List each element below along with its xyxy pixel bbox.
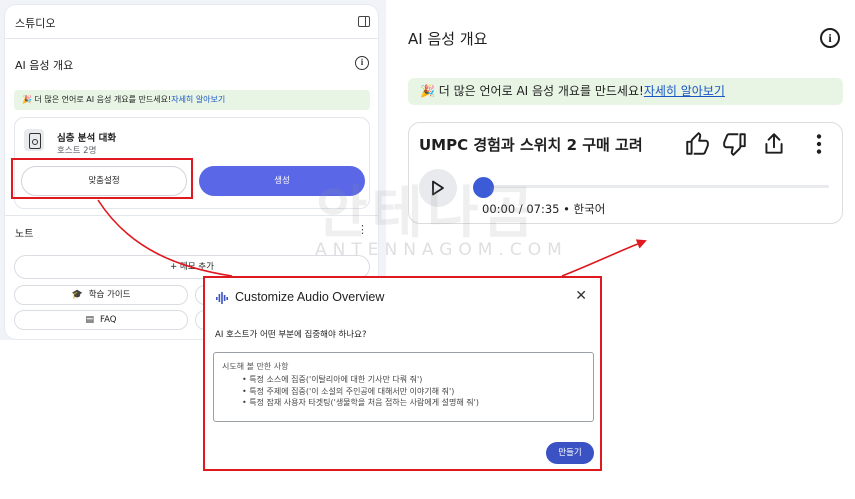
tip-item: 특정 소스에 집중('이탈리아에 대한 기사만 다뤄 줘')	[242, 374, 585, 386]
arrow-to-player	[561, 239, 647, 277]
info-icon[interactable]: i	[355, 56, 369, 70]
watermark-text: ANTENNAGOM.COM	[315, 240, 568, 260]
panel-toggle-icon[interactable]	[358, 16, 370, 27]
notes-title: 노트	[15, 229, 34, 240]
tips-header: 시도해 볼 만한 사항	[222, 362, 289, 371]
faq-icon: ▤	[85, 315, 95, 325]
share-icon[interactable]	[761, 131, 787, 157]
banner-text: 🎉 더 많은 언어로 AI 음성 개요를 만드세요!	[420, 84, 644, 98]
overview-panel-title: AI 음성 개요	[408, 30, 488, 48]
study-guide-button[interactable]: 🎓 학습 가이드	[14, 285, 188, 305]
watermark-logo: 안테나곰	[316, 181, 539, 246]
language-banner: 🎉 더 많은 언어로 AI 음성 개요를 만드세요!자세히 알아보기	[14, 90, 370, 110]
faq-label: FAQ	[100, 315, 117, 325]
tip-item: 특정 잠재 사용자 타겟팅('생물학을 처음 접하는 사람에게 설명해 줘')	[242, 397, 585, 409]
customize-dialog: Customize Audio Overview ✕ AI 호스트가 어떤 부분…	[203, 276, 602, 471]
dialog-title: Customize Audio Overview	[235, 290, 385, 304]
studio-title: 스튜디오	[15, 17, 56, 30]
learn-more-link[interactable]: 자세히 알아보기	[171, 95, 225, 104]
speaker-icon	[24, 129, 44, 151]
banner-text: 🎉 더 많은 언어로 AI 음성 개요를 만드세요!	[22, 95, 172, 104]
language-banner-large: 🎉 더 많은 언어로 AI 음성 개요를 만드세요!자세히 알아보기	[408, 78, 843, 105]
graduation-cap-icon: 🎓	[71, 290, 83, 300]
more-vert-icon[interactable]	[806, 131, 832, 157]
close-icon[interactable]: ✕	[575, 288, 587, 304]
learn-more-link[interactable]: 자세히 알아보기	[644, 84, 725, 98]
info-icon[interactable]: i	[820, 28, 840, 48]
thumbs-down-icon[interactable]	[722, 131, 748, 157]
study-guide-label: 학습 가이드	[88, 290, 131, 300]
create-button[interactable]: 만들기	[546, 442, 594, 464]
card-subtitle: 호스트 2명	[57, 146, 97, 156]
audio-overview-title: AI 음성 개요	[15, 59, 74, 72]
faq-button[interactable]: ▤ FAQ	[14, 310, 188, 330]
thumbs-up-icon[interactable]	[684, 131, 710, 157]
audio-wave-icon	[216, 292, 228, 304]
dialog-question: AI 호스트가 어떤 부분에 집중해야 하나요?	[215, 330, 367, 340]
focus-textarea[interactable]: 시도해 볼 만한 사항 특정 소스에 집중('이탈리아에 대한 기사만 다뤄 줘…	[213, 352, 594, 422]
tips-list: 특정 소스에 집중('이탈리아에 대한 기사만 다뤄 줘') 특정 주제에 집중…	[222, 374, 585, 409]
highlight-box	[11, 158, 193, 199]
studio-header: 스튜디오	[5, 5, 378, 39]
tip-item: 특정 주제에 집중('이 소설의 주인공에 대해서만 이야기해 줘')	[242, 386, 585, 398]
card-title: 심층 분석 대화	[57, 133, 117, 144]
track-title: UMPC 경험과 스위치 2 구매 고려	[419, 136, 643, 154]
